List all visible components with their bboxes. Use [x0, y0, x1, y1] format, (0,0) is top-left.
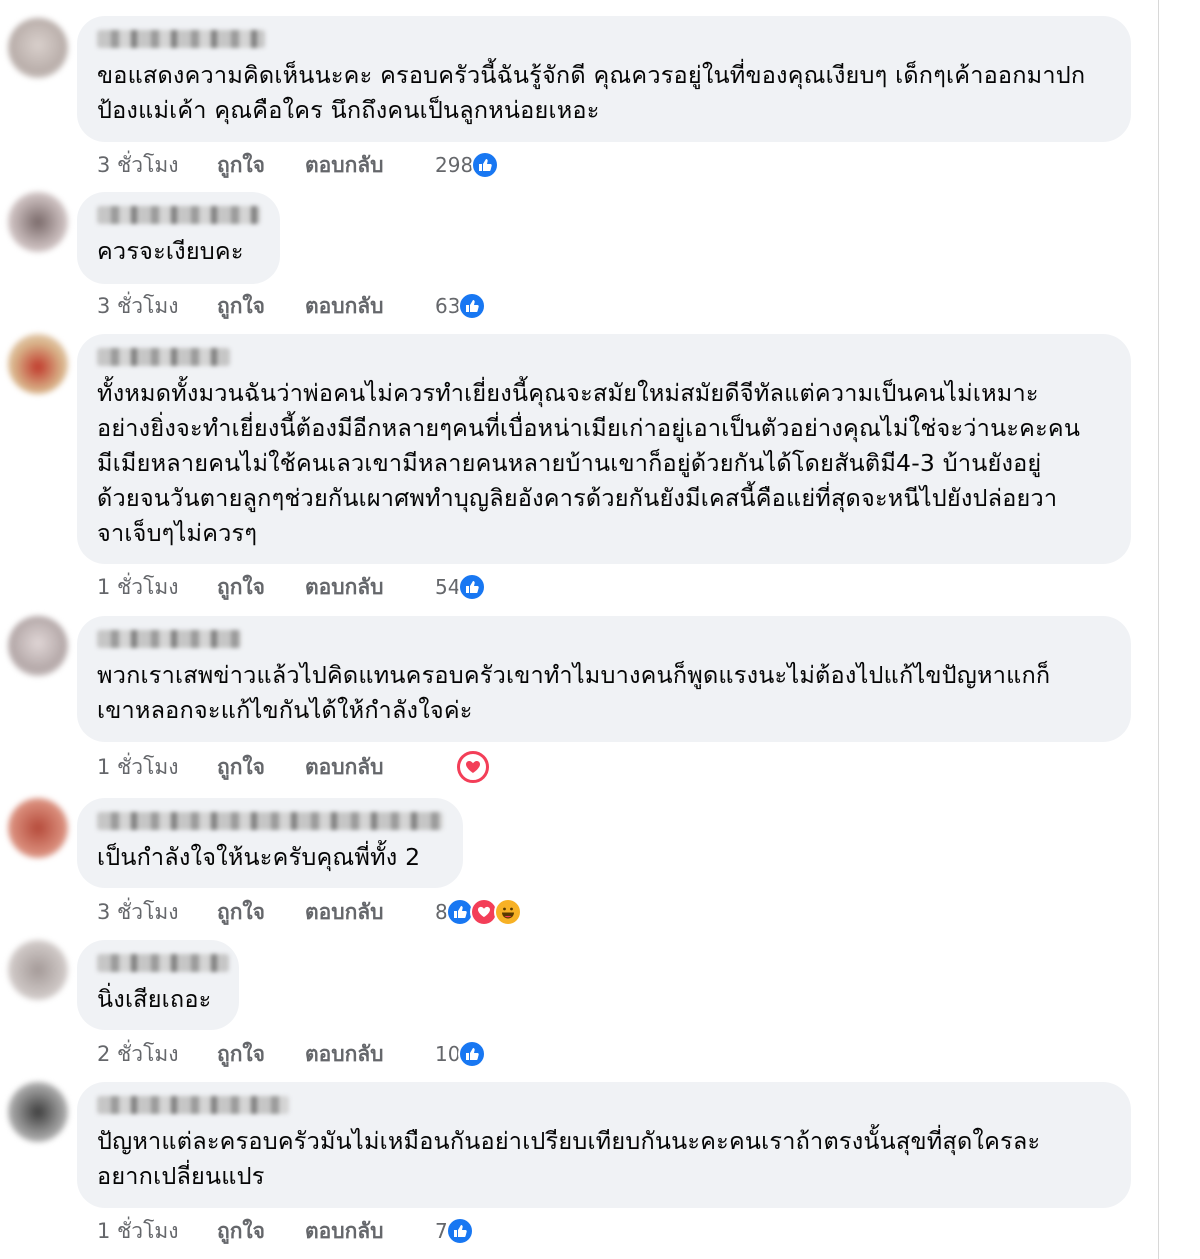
comment-text: ควรจะเงียบคะ [97, 237, 244, 265]
comment-timestamp[interactable]: 1 ชั่วโมง [97, 571, 217, 604]
comment-actions: 1 ชั่วโมง ถูกใจ ตอบกลับ 7 [97, 1216, 474, 1246]
comment-bubble: เป็นกำลังใจให้นะครับคุณพี่ทั้ง 2 [77, 798, 463, 888]
reaction-count: 63 [435, 294, 461, 318]
reaction-count: 10 [435, 1042, 461, 1066]
comment-bubble: นิ่งเสียเถอะ [77, 940, 239, 1030]
reply-button[interactable]: ตอบกลับ [305, 1215, 435, 1248]
reply-button[interactable]: ตอบกลับ [305, 751, 435, 784]
heart-outline-icon [457, 751, 489, 783]
commenter-name-redacted[interactable] [97, 206, 260, 224]
comment-actions: 1 ชั่วโมง ถูกใจ ตอบกลับ [97, 751, 489, 784]
like-button[interactable]: ถูกใจ [217, 751, 305, 784]
comment-actions: 3 ชั่วโมง ถูกใจ ตอบกลับ 63 [97, 290, 487, 323]
reply-button[interactable]: ตอบกลับ [305, 290, 435, 323]
comment-bubble: ขอแสดงความคิดเห็นนะคะ ครอบครัวนี้ฉันรู้จ… [77, 16, 1131, 142]
avatar[interactable] [8, 940, 68, 1000]
avatar[interactable] [8, 1082, 68, 1142]
avatar[interactable] [8, 334, 68, 394]
reaction-summary[interactable]: 7 [435, 1217, 474, 1245]
like-button[interactable]: ถูกใจ [217, 290, 305, 323]
scroll-edge-divider [1158, 0, 1159, 1259]
commenter-name-redacted[interactable] [97, 1096, 289, 1114]
laughing-face-icon [493, 898, 522, 926]
reaction-summary[interactable]: 8 [435, 898, 522, 926]
reply-button[interactable]: ตอบกลับ [305, 571, 435, 604]
like-button[interactable]: ถูกใจ [217, 896, 305, 929]
reaction-summary[interactable] [435, 751, 489, 783]
reply-button[interactable]: ตอบกลับ [305, 149, 435, 182]
commenter-name-redacted[interactable] [97, 954, 229, 972]
comment-timestamp[interactable]: 3 ชั่วโมง [97, 290, 217, 323]
thumbs-up-icon [458, 573, 487, 601]
comment-actions: 3 ชั่วโมง ถูกใจ ตอบกลับ 298 [97, 149, 500, 182]
comment-actions: 1 ชั่วโมง ถูกใจ ตอบกลับ 54 [97, 571, 487, 604]
comment-timestamp[interactable]: 3 ชั่วโมง [97, 149, 217, 182]
like-button[interactable]: ถูกใจ [217, 571, 305, 604]
commenter-name-redacted[interactable] [97, 630, 241, 648]
comment-text: ทั้งหมดทั้งมวนฉันว่าพ่อคนไม่ควรทำเยี่ยงน… [97, 379, 1081, 547]
comment-bubble: ปัญหาแต่ละครอบครัวมันไม่เหมือนกันอย่าเปร… [77, 1082, 1131, 1208]
comment-actions: 3 ชั่วโมง ถูกใจ ตอบกลับ 8 [97, 897, 522, 927]
comment-text: พวกเราเสพข่าวแล้วไปคิดแทนครอบครัวเขาทำไม… [97, 661, 1051, 724]
comment-timestamp[interactable]: 2 ชั่วโมง [97, 1038, 217, 1071]
like-button[interactable]: ถูกใจ [217, 1038, 305, 1071]
commenter-name-redacted[interactable] [97, 30, 265, 48]
comment-bubble: ทั้งหมดทั้งมวนฉันว่าพ่อคนไม่ควรทำเยี่ยงน… [77, 334, 1131, 564]
comment-actions: 2 ชั่วโมง ถูกใจ ตอบกลับ 10 [97, 1038, 487, 1071]
reaction-summary[interactable]: 63 [435, 292, 487, 320]
comment-timestamp[interactable]: 1 ชั่วโมง [97, 751, 217, 784]
thumbs-up-icon [471, 151, 500, 179]
comment-bubble: พวกเราเสพข่าวแล้วไปคิดแทนครอบครัวเขาทำไม… [77, 616, 1131, 742]
reply-button[interactable]: ตอบกลับ [305, 1038, 435, 1071]
comment-feed: ขอแสดงความคิดเห็นนะคะ ครอบครัวนี้ฉันรู้จ… [0, 0, 1200, 1259]
comment-text: ปัญหาแต่ละครอบครัวมันไม่เหมือนกันอย่าเปร… [97, 1127, 1041, 1190]
avatar[interactable] [8, 616, 68, 676]
comment-timestamp[interactable]: 3 ชั่วโมง [97, 896, 217, 929]
like-button[interactable]: ถูกใจ [217, 149, 305, 182]
avatar[interactable] [8, 798, 68, 858]
reaction-summary[interactable]: 298 [435, 151, 500, 179]
comment-timestamp[interactable]: 1 ชั่วโมง [97, 1215, 217, 1248]
reaction-summary[interactable]: 10 [435, 1040, 487, 1068]
thumbs-up-icon [458, 1040, 487, 1068]
avatar[interactable] [8, 18, 68, 78]
comment-text: เป็นกำลังใจให้นะครับคุณพี่ทั้ง 2 [97, 843, 421, 871]
thumbs-up-icon [458, 292, 487, 320]
like-button[interactable]: ถูกใจ [217, 1215, 305, 1248]
comment-bubble: ควรจะเงียบคะ [77, 192, 280, 284]
reaction-count: 298 [435, 153, 474, 177]
commenter-name-redacted[interactable] [97, 348, 230, 366]
comment-text: ขอแสดงความคิดเห็นนะคะ ครอบครัวนี้ฉันรู้จ… [97, 61, 1086, 124]
avatar[interactable] [8, 192, 68, 252]
comment-text: นิ่งเสียเถอะ [97, 985, 212, 1013]
reaction-count: 54 [435, 575, 461, 599]
thumbs-up-icon [445, 1217, 474, 1245]
commenter-name-redacted[interactable] [97, 812, 443, 830]
reply-button[interactable]: ตอบกลับ [305, 896, 435, 929]
reaction-summary[interactable]: 54 [435, 573, 487, 601]
